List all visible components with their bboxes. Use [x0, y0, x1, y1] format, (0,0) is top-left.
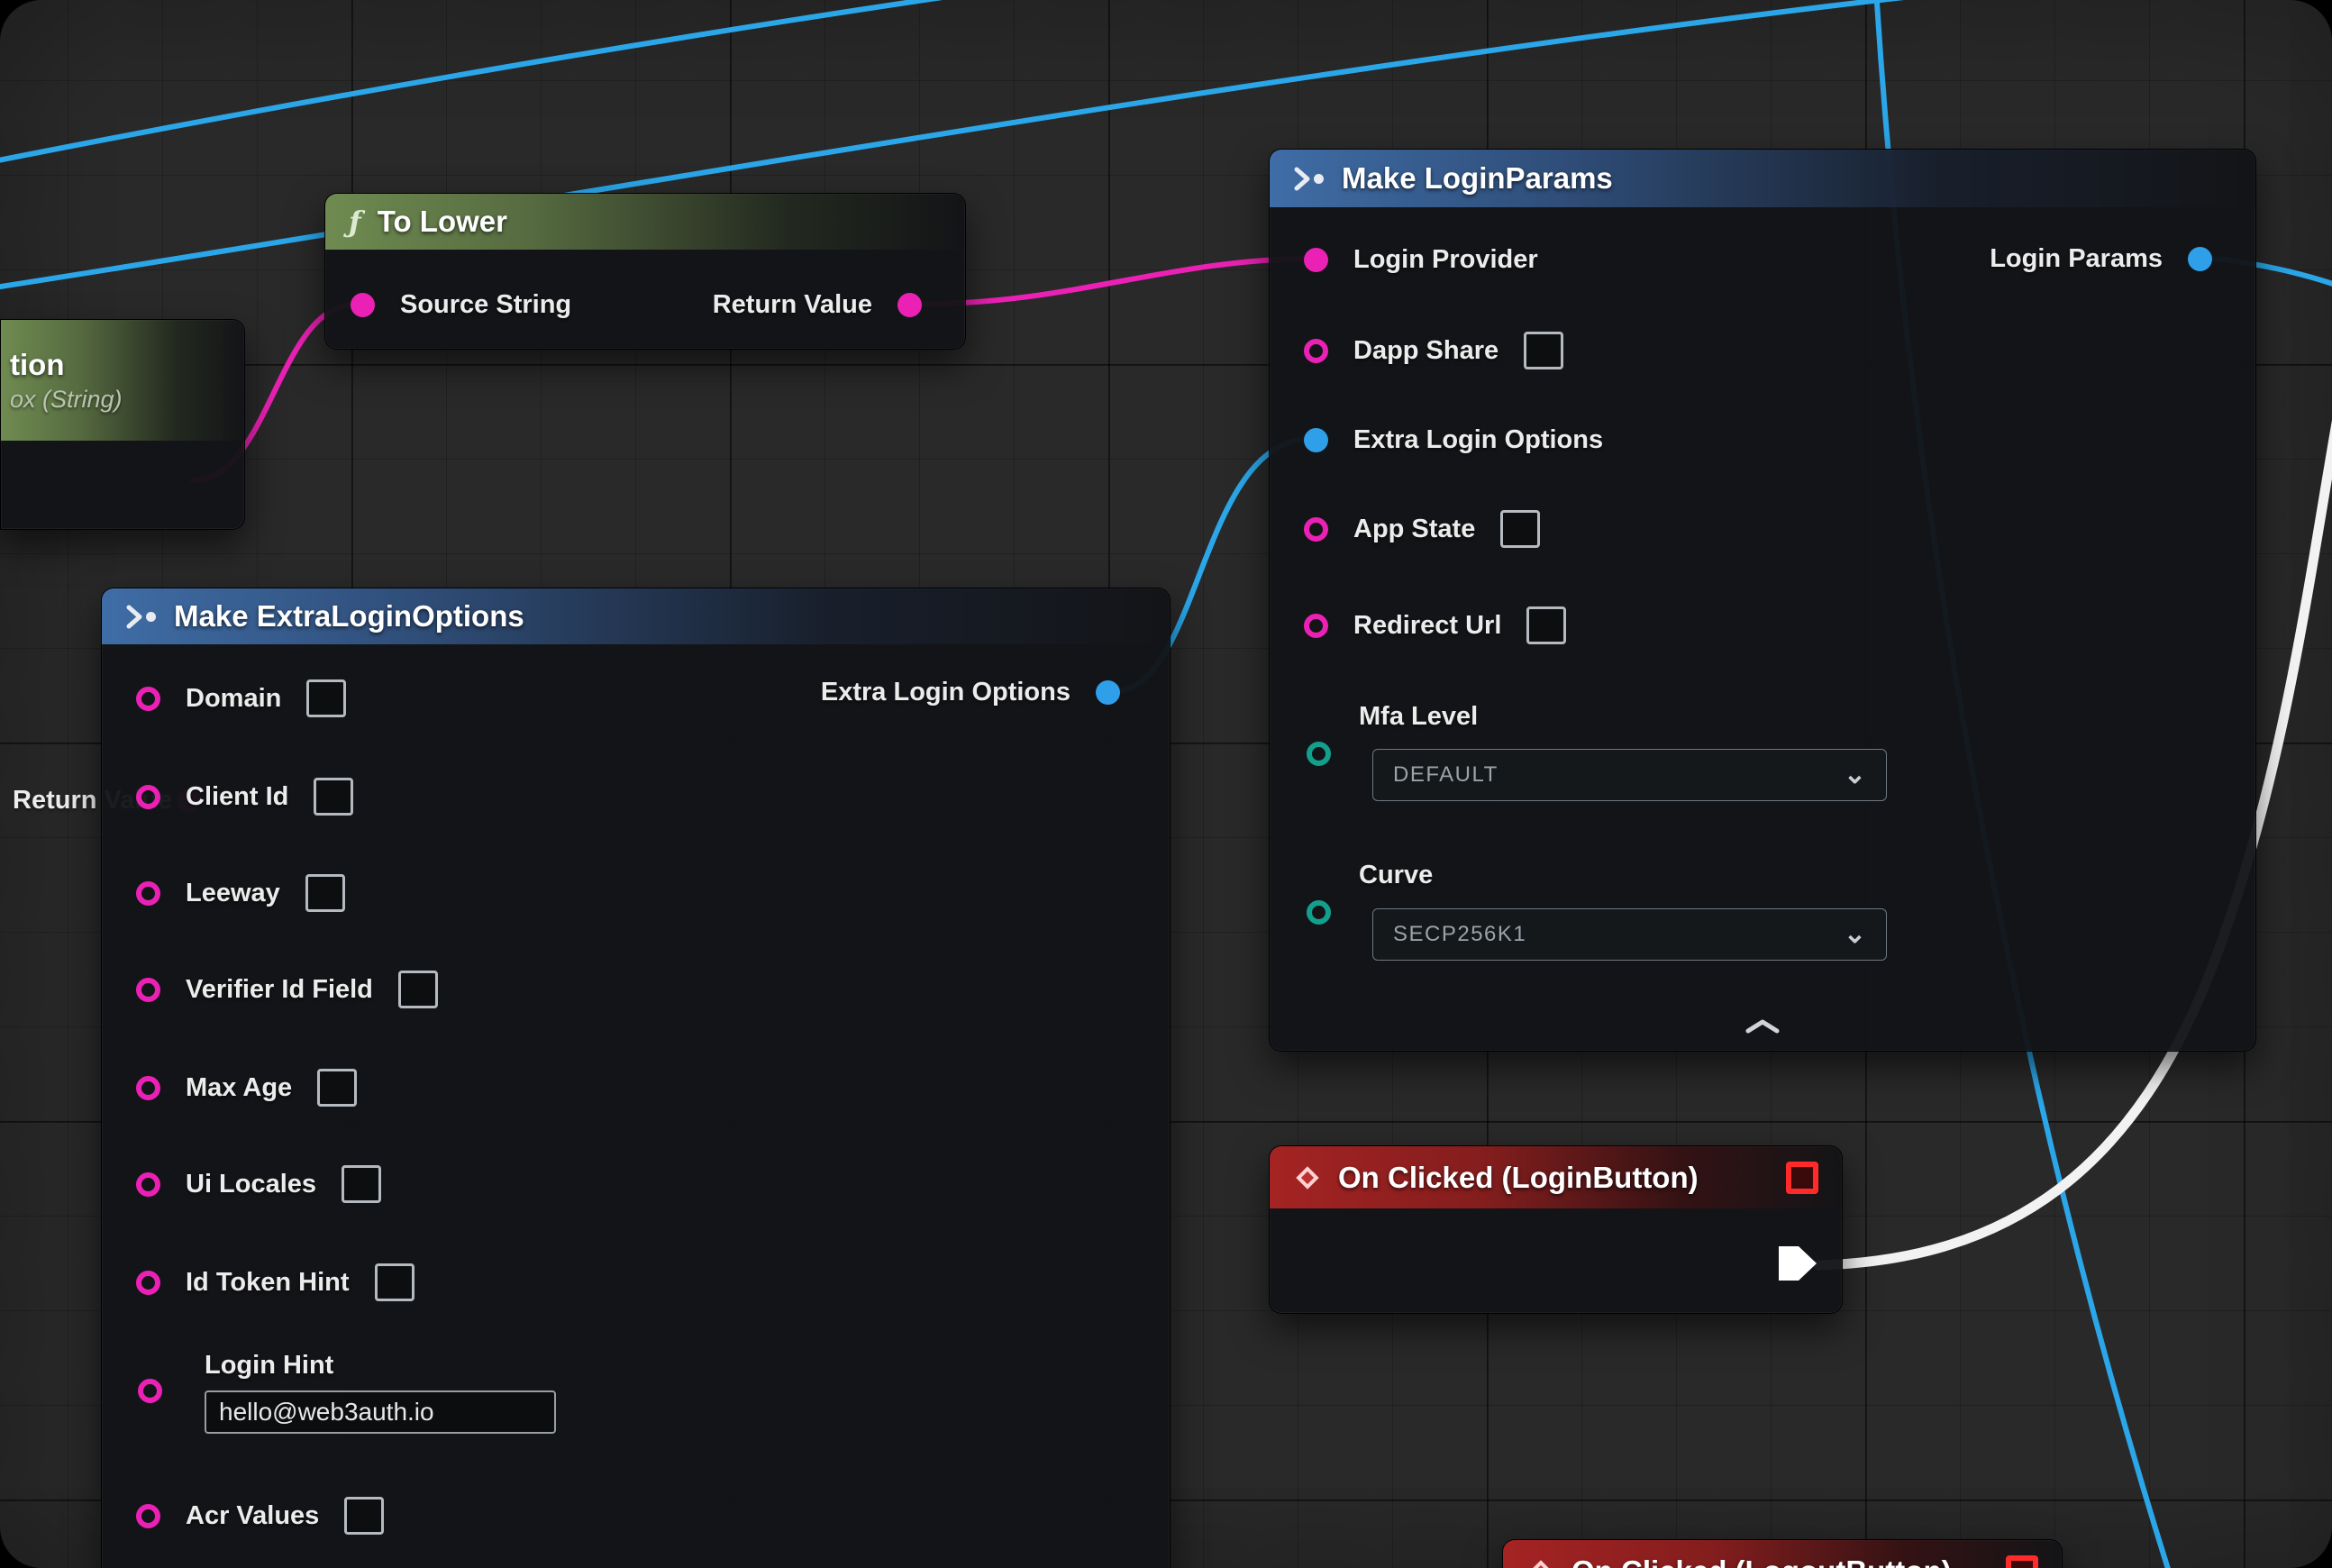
app-state-checkbox[interactable]: [1500, 510, 1540, 548]
login-hint-input[interactable]: [205, 1390, 556, 1434]
node-title: tion: [10, 348, 64, 382]
dapp-share-pin[interactable]: [1304, 339, 1328, 363]
source-string-pin[interactable]: [351, 293, 375, 317]
event-icon: [1526, 1557, 1555, 1568]
client-id-checkbox[interactable]: [314, 778, 353, 816]
node-on-clicked-logoutbutton[interactable]: On Clicked (LogoutButton): [1502, 1539, 2063, 1568]
pin-label-acr-values: Acr Values: [186, 1501, 319, 1531]
pin-label-extra-login-options-out: Extra Login Options: [821, 678, 1070, 707]
pin-label-source-string: Source String: [400, 290, 571, 320]
app-state-pin[interactable]: [1304, 517, 1328, 542]
node-title: To Lower: [378, 205, 507, 239]
curve-dropdown[interactable]: SECP256K1 ⌄: [1372, 908, 1887, 961]
function-icon: ƒ: [349, 205, 361, 239]
redirect-url-checkbox[interactable]: [1526, 606, 1566, 644]
pin-label-app-state: App State: [1353, 515, 1475, 544]
chevron-down-icon: ⌄: [1844, 921, 1866, 948]
acr-values-checkbox[interactable]: [344, 1497, 384, 1535]
node-title: Make ExtraLoginOptions: [174, 599, 524, 634]
pin-label-domain: Domain: [186, 684, 281, 714]
node-on-clicked-loginbutton[interactable]: On Clicked (LoginButton): [1269, 1145, 1843, 1314]
node-title: On Clicked (LoginButton): [1338, 1161, 1699, 1195]
id-token-hint-pin[interactable]: [136, 1271, 160, 1295]
pin-label-login-params-out: Login Params: [1990, 244, 2163, 274]
exec-out-pin[interactable]: [1776, 1244, 1819, 1283]
verifier-id-field-checkbox[interactable]: [398, 971, 438, 1008]
delegate-pin[interactable]: [2006, 1555, 2038, 1568]
login-provider-pin[interactable]: [1304, 248, 1328, 272]
pin-label-return-value: Return Value: [713, 290, 872, 320]
extra-login-options-out-pin[interactable]: [1096, 680, 1120, 705]
dapp-share-checkbox[interactable]: [1524, 332, 1563, 369]
pin-label-redirect-url: Redirect Url: [1353, 611, 1501, 641]
id-token-hint-checkbox[interactable]: [375, 1263, 414, 1301]
return-value-pin[interactable]: [897, 293, 922, 317]
node-partial-left[interactable]: tion ox (String) Return Value: [0, 319, 245, 530]
max-age-checkbox[interactable]: [317, 1069, 357, 1107]
node-title: On Clicked (LogoutButton): [1571, 1554, 1952, 1568]
mfa-level-dropdown[interactable]: DEFAULT ⌄: [1372, 749, 1887, 801]
collapse-node-chevron-icon[interactable]: [1744, 1018, 1781, 1035]
node-title: Make LoginParams: [1342, 161, 1613, 196]
pin-label-login-provider: Login Provider: [1353, 245, 1538, 275]
curve-value: SECP256K1: [1393, 922, 1526, 947]
make-struct-icon: [125, 605, 158, 629]
pin-label-ui-locales: Ui Locales: [186, 1170, 316, 1199]
leeway-pin[interactable]: [136, 881, 160, 906]
chevron-down-icon: ⌄: [1844, 761, 1866, 789]
client-id-pin[interactable]: [136, 785, 160, 809]
pin-label-curve: Curve: [1359, 861, 1433, 890]
domain-pin[interactable]: [136, 687, 160, 711]
ui-locales-checkbox[interactable]: [342, 1165, 381, 1203]
node-make-loginparams[interactable]: Make LoginParams Login Provider Dapp Sha…: [1269, 149, 2256, 1052]
curve-pin[interactable]: [1307, 900, 1331, 925]
acr-values-pin[interactable]: [136, 1504, 160, 1528]
pin-label-max-age: Max Age: [186, 1073, 292, 1103]
blueprint-graph-canvas[interactable]: tion ox (String) Return Value ƒ To Lower…: [0, 0, 2332, 1568]
extra-login-options-pin[interactable]: [1304, 428, 1328, 452]
pin-label-login-hint: Login Hint: [205, 1351, 333, 1381]
redirect-url-pin[interactable]: [1304, 614, 1328, 638]
verifier-id-field-pin[interactable]: [136, 978, 160, 1002]
domain-checkbox[interactable]: [306, 679, 346, 717]
pin-label-mfa-level: Mfa Level: [1359, 702, 1478, 732]
node-to-lower[interactable]: ƒ To Lower Source String Return Value: [324, 193, 966, 350]
leeway-checkbox[interactable]: [305, 874, 345, 912]
login-params-out-pin[interactable]: [2188, 247, 2212, 271]
pin-label-dapp-share: Dapp Share: [1353, 336, 1498, 366]
pin-label-client-id: Client Id: [186, 782, 288, 812]
max-age-pin[interactable]: [136, 1076, 160, 1100]
ui-locales-pin[interactable]: [136, 1172, 160, 1197]
pin-label-verifier-id-field: Verifier Id Field: [186, 975, 373, 1005]
mfa-level-pin[interactable]: [1307, 742, 1331, 766]
make-struct-icon: [1293, 167, 1325, 191]
node-subtitle: ox (String): [10, 386, 123, 414]
login-hint-pin[interactable]: [138, 1379, 162, 1403]
pin-label-id-token-hint: Id Token Hint: [186, 1268, 350, 1298]
pin-label-extra-login-options: Extra Login Options: [1353, 425, 1603, 455]
delegate-pin[interactable]: [1786, 1162, 1818, 1194]
wire-cyan-topleft-1: [0, 0, 998, 162]
wire-tolower-to-provider: [914, 259, 1312, 304]
event-icon: [1293, 1163, 1322, 1192]
pin-label-leeway: Leeway: [186, 879, 280, 908]
mfa-level-value: DEFAULT: [1393, 762, 1498, 788]
node-make-extraloginoptions[interactable]: Make ExtraLoginOptions Domain Client Id …: [101, 588, 1171, 1568]
